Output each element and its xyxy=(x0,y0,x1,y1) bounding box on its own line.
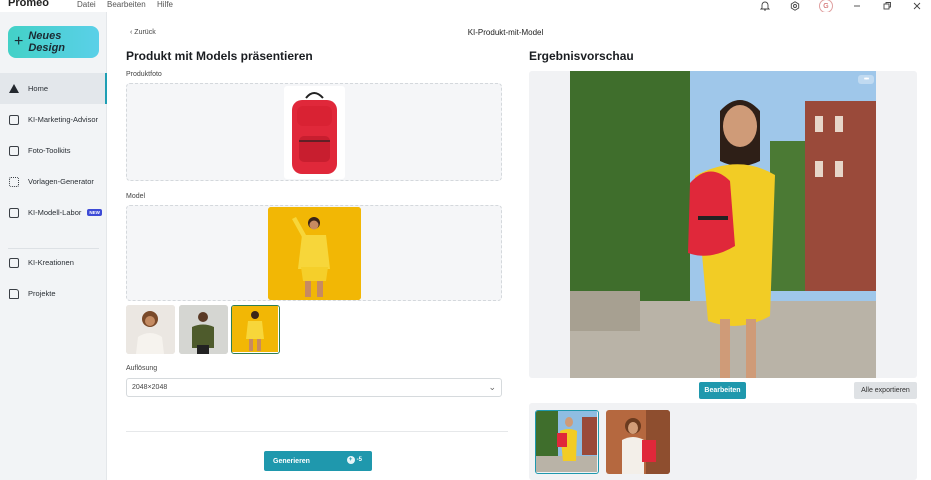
plus-icon: + xyxy=(14,33,24,50)
advisor-icon xyxy=(9,114,19,125)
generate-cost: + -5 xyxy=(346,456,362,464)
edit-button[interactable]: Bearbeiten xyxy=(699,382,746,399)
menu-bearbeiten[interactable]: Bearbeiten xyxy=(107,0,146,9)
sidebar-item-label: KI-Modell-Labor xyxy=(28,208,82,217)
folder-icon xyxy=(9,288,19,299)
model-dropzone[interactable] xyxy=(126,205,502,301)
image-icon xyxy=(9,145,19,156)
more-options-icon[interactable]: ••• xyxy=(858,75,874,84)
new-badge: NEW xyxy=(87,209,102,216)
new-design-button[interactable]: + Neues Design xyxy=(8,26,99,58)
main-content: ‹ Zurück KI-Produkt-mit-Model Produkt mi… xyxy=(108,12,931,480)
credit-icon: + xyxy=(346,456,355,464)
sidebar-item-foto-toolkits[interactable]: Foto-Toolkits xyxy=(0,135,107,166)
export-all-button[interactable]: Alle exportieren xyxy=(854,382,917,399)
sidebar-item-ki-kreationen[interactable]: KI-Kreationen xyxy=(0,247,107,278)
creations-icon xyxy=(9,257,19,268)
new-design-label: Neues Design xyxy=(28,30,66,54)
resolution-label: Auflösung xyxy=(126,365,158,372)
resolution-value: 2048×2048 xyxy=(132,384,168,391)
product-label: Produktfoto xyxy=(126,71,162,78)
model-option-1[interactable] xyxy=(126,305,175,354)
product-image xyxy=(284,86,345,179)
menu-hilfe[interactable]: Hilfe xyxy=(157,0,173,9)
sidebar-item-ki-marketing-advisor[interactable]: KI-Marketing-Advisor xyxy=(0,104,107,135)
sidebar-item-label: Vorlagen-Generator xyxy=(28,177,94,186)
sidebar-item-vorlagen-generator[interactable]: Vorlagen-Generator xyxy=(0,166,107,197)
generate-label: Generieren xyxy=(273,457,310,465)
model-option-2[interactable] xyxy=(179,305,228,354)
page-title: KI-Produkt-mit-Model xyxy=(467,28,544,37)
bell-icon[interactable] xyxy=(759,0,771,12)
app-brand: Promeo xyxy=(8,0,49,9)
left-heading: Produkt mit Models präsentieren xyxy=(126,49,313,63)
menu-bar: Promeo Datei Bearbeiten Hilfe G xyxy=(0,0,931,13)
sidebar-item-home[interactable]: Home xyxy=(0,73,107,104)
sidebar: + Neues Design Home KI-Marketing-Advisor… xyxy=(0,12,107,480)
resolution-select[interactable]: 2048×2048 ⌄ xyxy=(126,378,502,397)
result-thumbnail-2[interactable] xyxy=(606,410,670,474)
sidebar-item-label: Home xyxy=(28,84,49,93)
lab-icon xyxy=(9,207,19,218)
section-divider xyxy=(126,431,508,432)
close-icon[interactable] xyxy=(911,0,923,12)
model-image xyxy=(268,207,361,300)
settings-icon[interactable] xyxy=(789,0,801,12)
menu-datei[interactable]: Datei xyxy=(77,0,96,9)
model-option-3-selected[interactable] xyxy=(231,305,280,354)
sidebar-item-projekte[interactable]: Projekte xyxy=(0,278,107,309)
sidebar-nav-main: Home KI-Marketing-Advisor Foto-Toolkits … xyxy=(0,73,107,228)
product-dropzone[interactable] xyxy=(126,83,502,181)
sidebar-item-ki-modell-labor[interactable]: KI-Modell-Labor NEW xyxy=(0,197,107,228)
minimize-icon[interactable] xyxy=(851,0,863,12)
result-preview-image xyxy=(570,71,876,378)
sidebar-nav-secondary: KI-Kreationen Projekte xyxy=(0,247,107,309)
grid-icon xyxy=(9,176,19,187)
home-icon xyxy=(9,84,19,93)
sidebar-item-label: Projekte xyxy=(28,289,56,298)
sidebar-item-label: KI-Marketing-Advisor xyxy=(28,115,99,124)
chevron-down-icon: ⌄ xyxy=(488,382,496,392)
sidebar-item-label: Foto-Toolkits xyxy=(28,146,71,155)
result-thumbnail-1-selected[interactable] xyxy=(535,410,599,474)
generate-cost-value: -5 xyxy=(356,457,362,463)
restore-icon[interactable] xyxy=(881,0,893,12)
sidebar-item-label: KI-Kreationen xyxy=(28,258,74,267)
generate-button[interactable]: Generieren + -5 xyxy=(264,451,372,471)
model-label: Model xyxy=(126,193,146,200)
right-heading: Ergebnisvorschau xyxy=(529,49,634,63)
